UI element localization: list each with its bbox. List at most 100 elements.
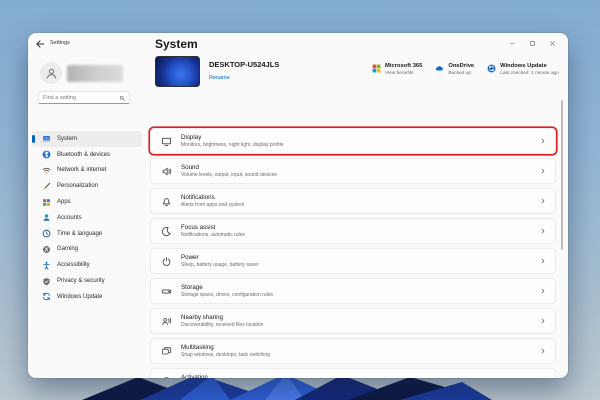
onedrive-icon (435, 64, 444, 73)
settings-row-sound[interactable]: Sound Volume levels, output, input, soun… (150, 158, 556, 184)
settings-row-multitasking[interactable]: Multitasking Snap windows, desktops, tas… (150, 338, 556, 364)
windows-update-icon (42, 292, 51, 301)
settings-row-nearby-sharing[interactable]: Nearby sharing Discoverability, received… (150, 308, 556, 334)
sidebar-item-label: Accounts (57, 215, 82, 221)
sidebar-item-label: Accessibility (57, 262, 90, 268)
row-title: Activation (181, 374, 540, 378)
sidebar-item-apps[interactable]: Apps (32, 194, 142, 210)
row-subtitle: Storage space, drives, configuration rul… (181, 292, 540, 298)
privacy-icon (42, 277, 51, 286)
status-strip: Microsoft 365 View benefits OneDrive Bac… (372, 63, 559, 76)
status-item-onedrive[interactable]: OneDrive Backed up (435, 63, 474, 76)
app-label: Settings (50, 40, 70, 46)
windows-update-status-icon (487, 64, 496, 73)
row-subtitle: Alerts from apps and system (181, 202, 540, 208)
status-item-microsoft-365[interactable]: Microsoft 365 View benefits (372, 63, 422, 76)
focus-assist-icon (161, 226, 172, 237)
chevron-right-icon (540, 348, 546, 354)
device-block: DESKTOP-U524JLS Rename (155, 56, 279, 87)
sidebar-nav: System Bluetooth & devices Network & int… (32, 131, 142, 305)
display-icon (161, 136, 172, 147)
activation-icon (161, 376, 172, 379)
search-input[interactable] (43, 95, 119, 101)
sidebar-item-label: Apps (57, 199, 71, 205)
bluetooth-icon (42, 150, 51, 159)
sidebar-item-label: Windows Update (57, 294, 102, 300)
sidebar-item-label: Privacy & security (57, 278, 105, 284)
settings-row-notifications[interactable]: Notifications Alerts from apps and syste… (150, 188, 556, 214)
row-title: Power (181, 254, 540, 261)
sidebar-item-gaming[interactable]: Gaming (32, 242, 142, 258)
row-subtitle: Sleep, battery usage, battery saver (181, 262, 540, 268)
sidebar-item-bluetooth-devices[interactable]: Bluetooth & devices (32, 147, 142, 163)
device-thumbnail (155, 56, 200, 87)
back-arrow-icon (35, 39, 45, 49)
back-button[interactable] (35, 39, 45, 49)
chevron-right-icon (540, 168, 546, 174)
settings-row-activation[interactable]: Activation Activation state, subscriptio… (150, 368, 556, 378)
row-subtitle: Monitors, brightness, night light, displ… (181, 142, 540, 148)
scrollbar[interactable] (561, 100, 563, 250)
settings-row-focus-assist[interactable]: Focus assist Notifications, automatic ru… (150, 218, 556, 244)
sidebar-item-personalization[interactable]: Personalization (32, 178, 142, 194)
status-title: OneDrive (448, 63, 474, 69)
multitasking-icon (161, 346, 172, 357)
status-title: Windows Update (500, 63, 559, 69)
chevron-right-icon (540, 198, 546, 204)
sidebar: System Bluetooth & devices Network & int… (28, 55, 146, 378)
status-subtitle: View benefits (385, 71, 422, 76)
row-title: Multitasking (181, 344, 540, 351)
row-title: Sound (181, 164, 540, 171)
notifications-icon (161, 196, 172, 207)
row-title: Storage (181, 284, 540, 291)
sidebar-item-network-internet[interactable]: Network & internet (32, 163, 142, 179)
row-title: Nearby sharing (181, 314, 540, 321)
sidebar-item-label: Time & language (57, 231, 102, 237)
microsoft-365-icon (372, 64, 381, 73)
row-subtitle: Volume levels, output, input, sound devi… (181, 172, 540, 178)
settings-row-power[interactable]: Power Sleep, battery usage, battery save… (150, 248, 556, 274)
power-icon (161, 256, 172, 267)
search-box[interactable] (38, 91, 130, 104)
status-title: Microsoft 365 (385, 63, 422, 69)
chevron-right-icon (540, 228, 546, 234)
sidebar-item-windows-update[interactable]: Windows Update (32, 289, 142, 305)
sidebar-item-privacy-security[interactable]: Privacy & security (32, 273, 142, 289)
sidebar-item-system[interactable]: System (32, 131, 142, 147)
row-subtitle: Discoverability, received files location (181, 322, 540, 328)
status-item-windows-update[interactable]: Windows Update Last checked: 1 minute ag… (487, 63, 559, 76)
user-name-redacted (67, 65, 123, 82)
chevron-right-icon (540, 318, 546, 324)
storage-icon (161, 286, 172, 297)
device-meta: DESKTOP-U524JLS Rename (209, 56, 279, 87)
network-icon (42, 166, 51, 175)
settings-row-storage[interactable]: Storage Storage space, drives, configura… (150, 278, 556, 304)
rename-link[interactable]: Rename (209, 75, 279, 81)
status-subtitle: Backed up (448, 71, 474, 76)
settings-rows: Display Monitors, brightness, night ligh… (150, 128, 556, 378)
sidebar-item-label: System (57, 136, 77, 142)
sidebar-item-label: Personalization (57, 183, 98, 189)
time-language-icon (42, 229, 51, 238)
selected-accent-bar (32, 135, 35, 143)
settings-window: Settings System Bluetooth & devices Netw… (28, 33, 568, 378)
user-profile[interactable] (40, 62, 123, 84)
sidebar-item-label: Gaming (57, 246, 78, 252)
row-title: Focus assist (181, 224, 540, 231)
sidebar-item-time-language[interactable]: Time & language (32, 226, 142, 242)
sidebar-item-accounts[interactable]: Accounts (32, 210, 142, 226)
search-icon (119, 95, 125, 101)
personalization-icon (42, 182, 51, 191)
settings-row-display[interactable]: Display Monitors, brightness, night ligh… (150, 128, 556, 154)
nearby-sharing-icon (161, 316, 172, 327)
apps-icon (42, 198, 51, 207)
page-title: System (155, 37, 198, 51)
sidebar-item-accessibility[interactable]: Accessibility (32, 257, 142, 273)
chevron-right-icon (540, 288, 546, 294)
sidebar-item-label: Bluetooth & devices (57, 152, 110, 158)
chevron-right-icon (540, 258, 546, 264)
device-name: DESKTOP-U524JLS (209, 60, 279, 69)
sound-icon (161, 166, 172, 177)
accounts-icon (42, 213, 51, 222)
main-content: System DESKTOP-U524JLS Rename Microsoft … (150, 33, 568, 378)
